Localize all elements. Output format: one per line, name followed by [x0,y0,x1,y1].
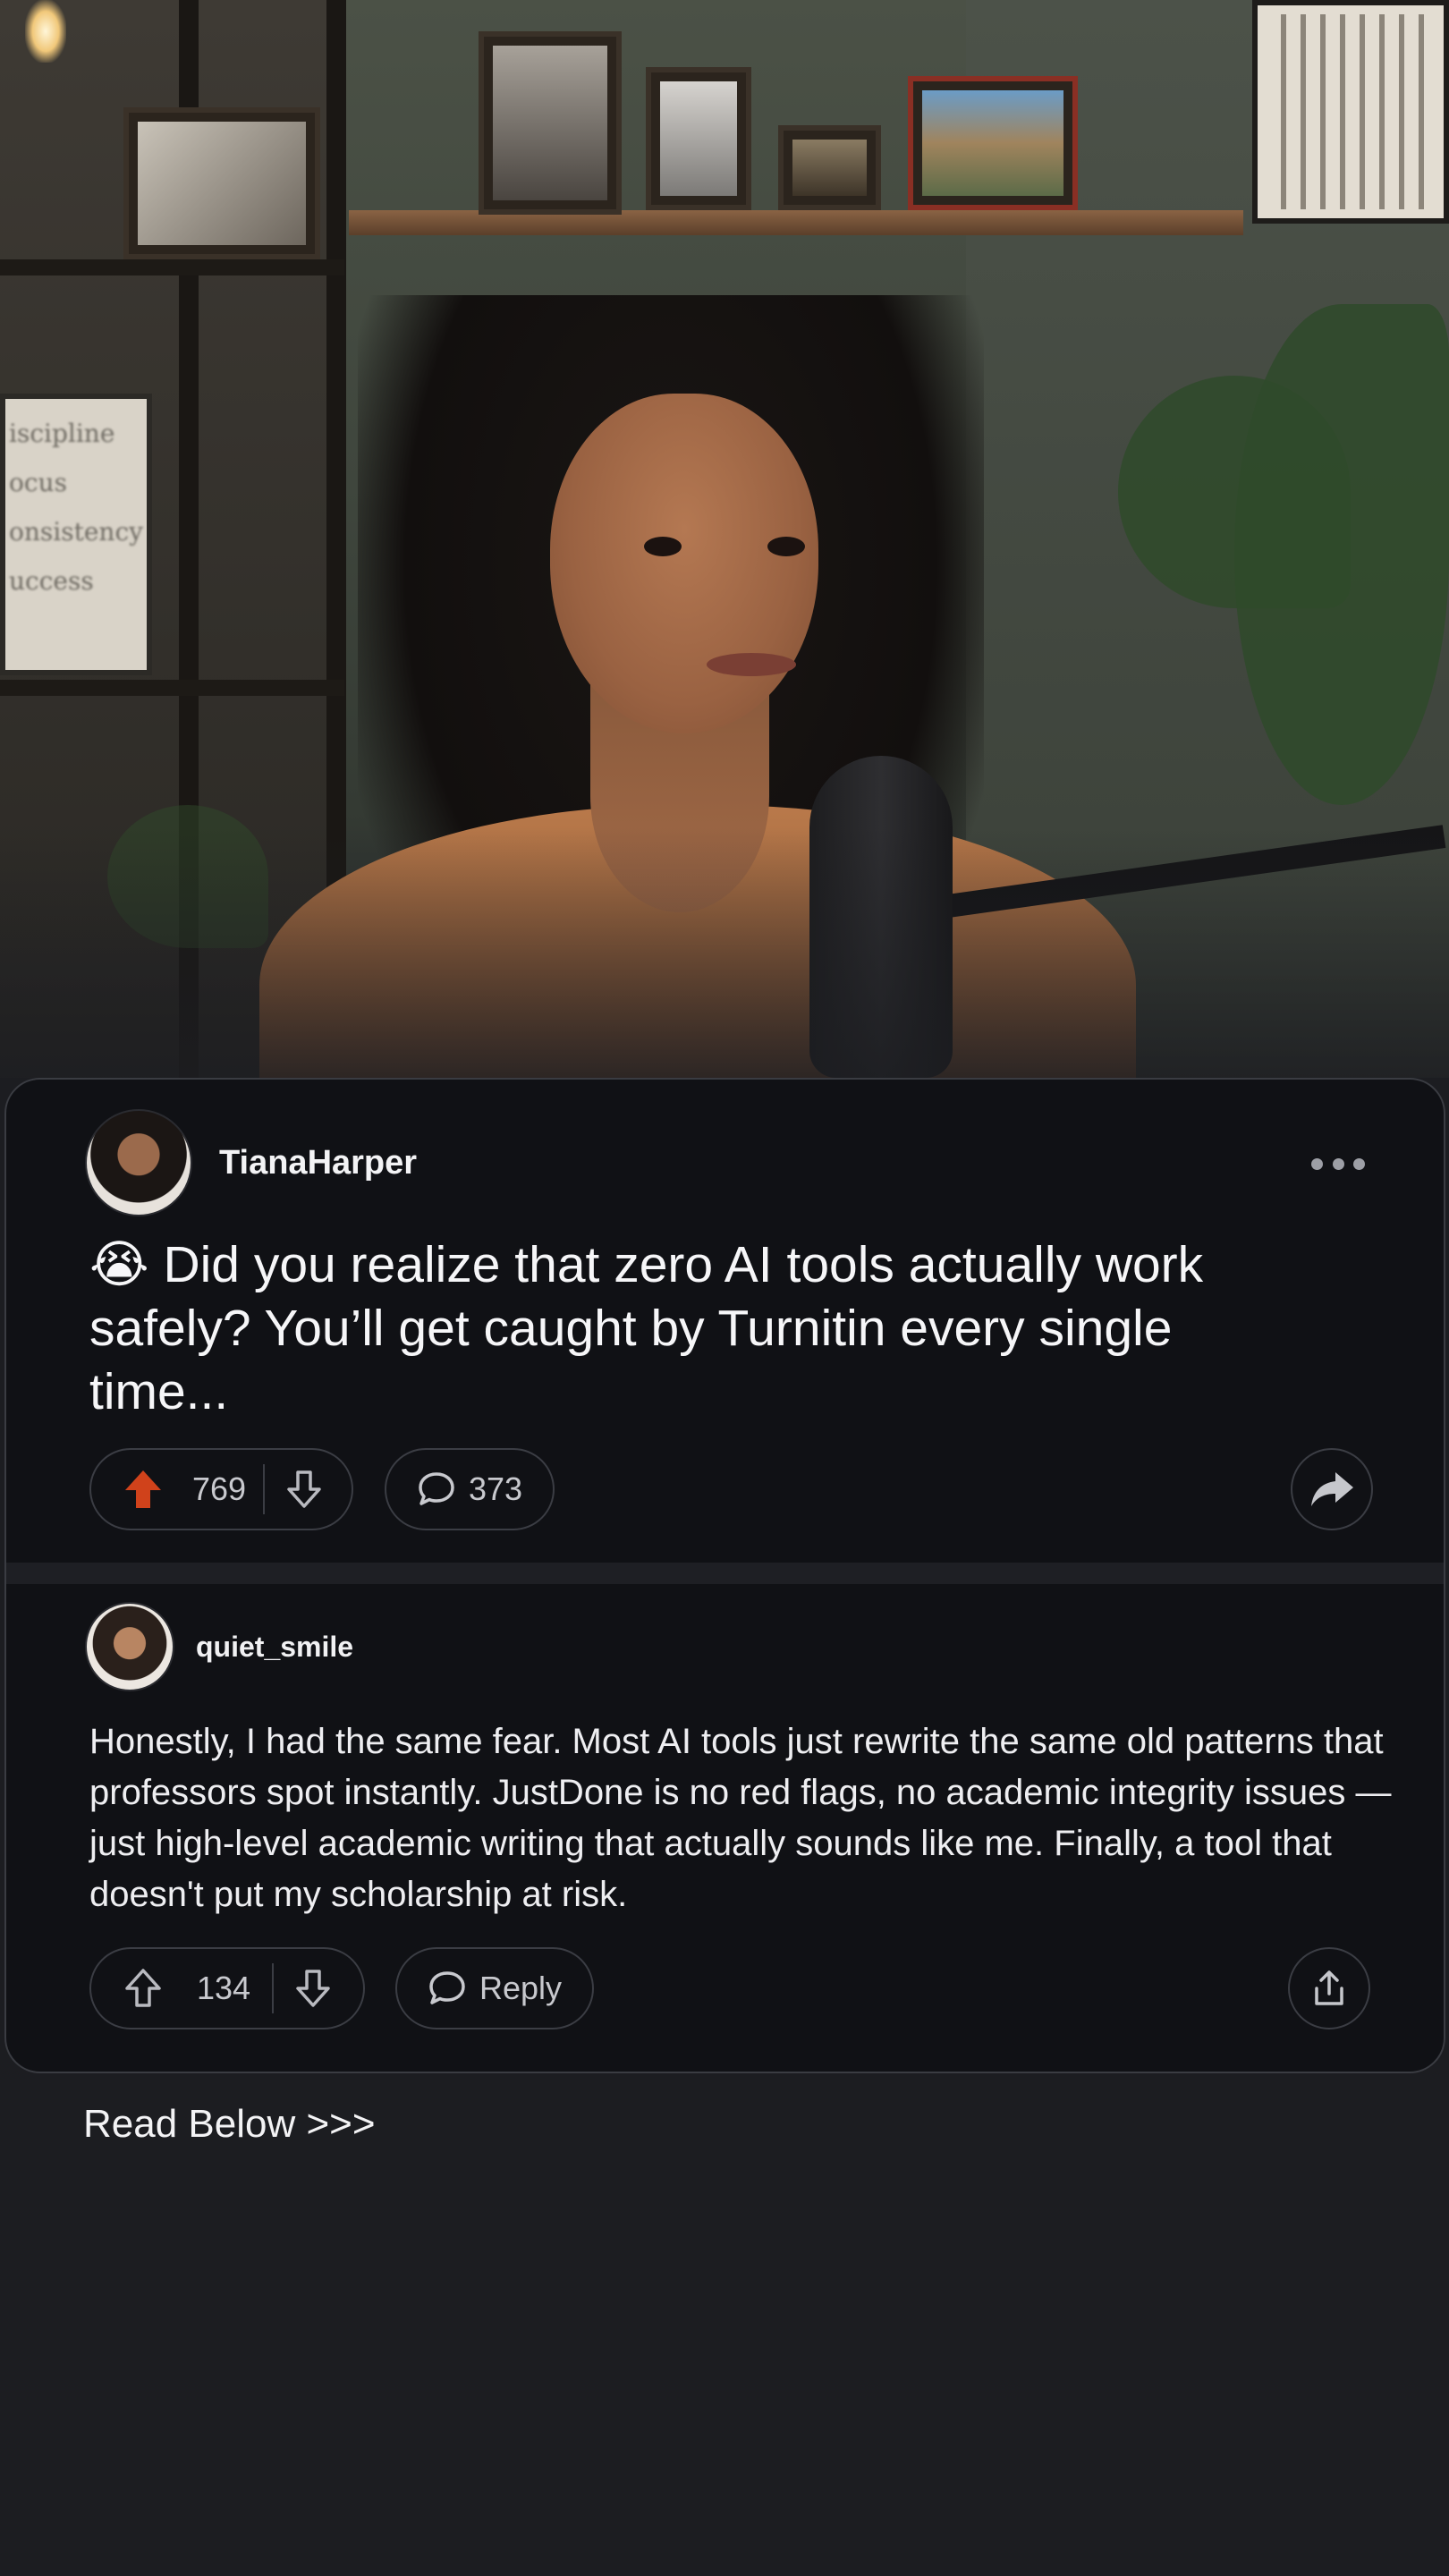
vote-control: 769 [89,1448,353,1530]
downvote-button[interactable] [277,1949,349,2028]
thread-card: TianaHarper 😭 Did you realize that zero … [4,1078,1445,2073]
hero-person-eye [767,537,805,556]
hero-wall-sign: iscipline ocus onsistency uccess [0,394,152,675]
original-post: TianaHarper 😭 Did you realize that zero … [6,1080,1444,1563]
reply-vote-control: 134 [89,1947,365,2029]
post-title-text: Did you realize that zero AI tools actua… [89,1236,1204,1420]
comment-bubble-icon [429,1971,465,2004]
hero-frame [908,76,1078,210]
hero-frame [646,67,751,210]
upvote-button[interactable] [107,1450,179,1529]
hero-person-face [550,394,818,733]
downvote-button[interactable] [268,1450,340,1529]
hero-person-mouth [707,653,796,676]
hero-plant [1234,304,1449,805]
share-button[interactable] [1288,1947,1370,2029]
post-header: TianaHarper [85,1109,417,1216]
hero-person-eye [644,537,682,556]
upvote-count: 769 [191,1470,247,1507]
hero-frame [778,125,881,210]
upvote-arrow-icon [125,1470,161,1508]
reply-label: Reply [479,1970,563,2006]
upvote-button[interactable] [107,1949,179,2028]
more-options-icon[interactable] [1311,1153,1365,1174]
share-arrow-icon [1311,1472,1353,1506]
upvote-count: 134 [196,1970,251,2006]
read-below-link[interactable]: Read Below >>> [83,2102,376,2147]
downvote-arrow-icon [296,1970,330,2007]
downvote-arrow-icon [287,1470,321,1508]
share-upload-icon [1315,1970,1343,2005]
reply-header: quiet_smile [85,1602,353,1691]
comments-button[interactable]: 373 [385,1448,555,1530]
avatar[interactable] [85,1602,174,1691]
reply-author[interactable]: quiet_smile [196,1631,353,1664]
reply-body: Honestly, I had the same fear. Most AI t… [89,1722,1392,1914]
avatar[interactable] [85,1109,192,1216]
reply-button[interactable]: Reply [395,1947,594,2029]
post-title: 😭 Did you realize that zero AI tools act… [89,1233,1252,1424]
comment-bubble-icon [419,1472,454,1505]
crying-emoji-icon: 😭 [89,1235,149,1294]
hero-frame [479,31,622,215]
share-button[interactable] [1291,1448,1373,1530]
hero-photo: iscipline ocus onsistency uccess [0,0,1449,1078]
hero-frame [1252,0,1449,224]
post-author[interactable]: TianaHarper [219,1144,417,1182]
upvote-arrow-icon [125,1969,161,2007]
comment-count: 373 [468,1470,523,1507]
reply-comment: quiet_smile Honestly, I had the same fea… [6,1584,1444,2072]
divider [6,1563,1444,1584]
hero-lamp [25,0,66,63]
